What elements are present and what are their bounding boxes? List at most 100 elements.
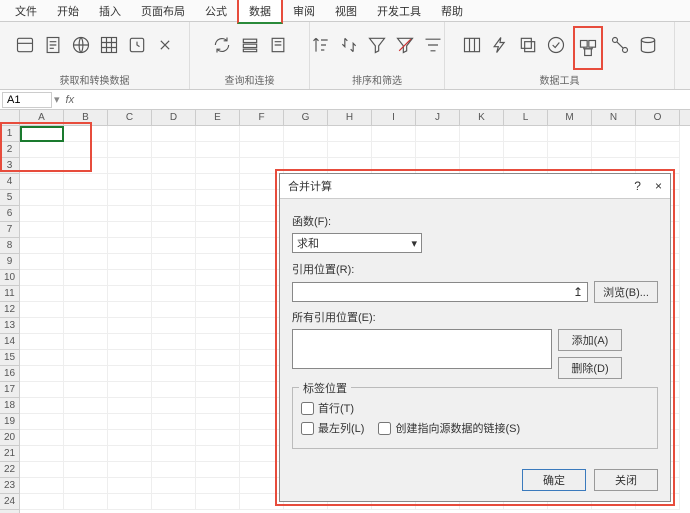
cell-D17[interactable] [152, 382, 196, 398]
cell-E3[interactable] [196, 158, 240, 174]
cell-E11[interactable] [196, 286, 240, 302]
existing-conn-icon[interactable] [154, 26, 176, 64]
row-header-7[interactable]: 7 [0, 222, 19, 238]
cell-D18[interactable] [152, 398, 196, 414]
cell-K1[interactable] [460, 126, 504, 142]
cell-D5[interactable] [152, 190, 196, 206]
cell-F2[interactable] [240, 142, 284, 158]
tab-page-layout[interactable]: 页面布局 [131, 0, 195, 22]
checkbox-link-source[interactable]: 创建指向源数据的链接(S) [378, 420, 520, 436]
cell-B16[interactable] [64, 366, 108, 382]
cell-E5[interactable] [196, 190, 240, 206]
row-header-11[interactable]: 11 [0, 286, 19, 302]
cell-C13[interactable] [108, 318, 152, 334]
row-header-19[interactable]: 19 [0, 414, 19, 430]
cell-E23[interactable] [196, 478, 240, 494]
cell-D3[interactable] [152, 158, 196, 174]
cell-A6[interactable] [20, 206, 64, 222]
row-header-5[interactable]: 5 [0, 190, 19, 206]
queries-icon[interactable] [239, 26, 261, 64]
sort-asc-icon[interactable] [310, 26, 332, 64]
row-header-3[interactable]: 3 [0, 158, 19, 174]
row-header-24[interactable]: 24 [0, 494, 19, 510]
data-validation-icon[interactable] [545, 26, 567, 64]
cell-B5[interactable] [64, 190, 108, 206]
cell-C8[interactable] [108, 238, 152, 254]
row-header-17[interactable]: 17 [0, 382, 19, 398]
cell-D16[interactable] [152, 366, 196, 382]
cell-E10[interactable] [196, 270, 240, 286]
col-header-O[interactable]: O [636, 110, 680, 125]
chk-left-col-input[interactable] [301, 422, 314, 435]
checkbox-left-col[interactable]: 最左列(L) [301, 420, 364, 436]
cell-C23[interactable] [108, 478, 152, 494]
cell-D6[interactable] [152, 206, 196, 222]
cell-C1[interactable] [108, 126, 152, 142]
tab-data[interactable]: 数据 [237, 0, 283, 24]
row-header-2[interactable]: 2 [0, 142, 19, 158]
cell-D24[interactable] [152, 494, 196, 510]
row-header-13[interactable]: 13 [0, 318, 19, 334]
cell-A20[interactable] [20, 430, 64, 446]
cell-D15[interactable] [152, 350, 196, 366]
cell-L1[interactable] [504, 126, 548, 142]
cell-D4[interactable] [152, 174, 196, 190]
cell-M2[interactable] [548, 142, 592, 158]
cell-E18[interactable] [196, 398, 240, 414]
tab-home[interactable]: 开始 [47, 0, 89, 22]
fx-icon[interactable]: fx [60, 94, 81, 106]
cell-A14[interactable] [20, 334, 64, 350]
col-header-B[interactable]: B [64, 110, 108, 125]
cell-B9[interactable] [64, 254, 108, 270]
cell-D14[interactable] [152, 334, 196, 350]
cell-B20[interactable] [64, 430, 108, 446]
cell-A19[interactable] [20, 414, 64, 430]
cell-N2[interactable] [592, 142, 636, 158]
cell-O2[interactable] [636, 142, 680, 158]
chk-link-input[interactable] [378, 422, 391, 435]
row-header-8[interactable]: 8 [0, 238, 19, 254]
cell-J2[interactable] [416, 142, 460, 158]
clear-filter-icon[interactable] [394, 26, 416, 64]
cell-B3[interactable] [64, 158, 108, 174]
cell-C21[interactable] [108, 446, 152, 462]
cell-C16[interactable] [108, 366, 152, 382]
cell-M1[interactable] [548, 126, 592, 142]
cell-C12[interactable] [108, 302, 152, 318]
properties-icon[interactable] [267, 26, 289, 64]
cell-A5[interactable] [20, 190, 64, 206]
row-header-15[interactable]: 15 [0, 350, 19, 366]
cell-A4[interactable] [20, 174, 64, 190]
data-model-icon[interactable] [637, 26, 659, 64]
cell-C19[interactable] [108, 414, 152, 430]
row-header-18[interactable]: 18 [0, 398, 19, 414]
cell-L2[interactable] [504, 142, 548, 158]
cell-A3[interactable] [20, 158, 64, 174]
cell-A11[interactable] [20, 286, 64, 302]
cell-B17[interactable] [64, 382, 108, 398]
col-header-M[interactable]: M [548, 110, 592, 125]
cell-E17[interactable] [196, 382, 240, 398]
cell-A22[interactable] [20, 462, 64, 478]
cell-D1[interactable] [152, 126, 196, 142]
row-header-20[interactable]: 20 [0, 430, 19, 446]
cell-C20[interactable] [108, 430, 152, 446]
remove-duplicates-icon[interactable] [517, 26, 539, 64]
from-web-icon[interactable] [70, 26, 92, 64]
col-header-N[interactable]: N [592, 110, 636, 125]
cell-E4[interactable] [196, 174, 240, 190]
cell-C10[interactable] [108, 270, 152, 286]
cell-A18[interactable] [20, 398, 64, 414]
row-header-23[interactable]: 23 [0, 478, 19, 494]
get-data-icon[interactable] [14, 26, 36, 64]
cell-H1[interactable] [328, 126, 372, 142]
cell-D10[interactable] [152, 270, 196, 286]
cell-C9[interactable] [108, 254, 152, 270]
cell-C7[interactable] [108, 222, 152, 238]
cell-G2[interactable] [284, 142, 328, 158]
cell-A2[interactable] [20, 142, 64, 158]
row-header-16[interactable]: 16 [0, 366, 19, 382]
row-header-10[interactable]: 10 [0, 270, 19, 286]
cell-E13[interactable] [196, 318, 240, 334]
consolidate-button[interactable] [573, 26, 603, 70]
